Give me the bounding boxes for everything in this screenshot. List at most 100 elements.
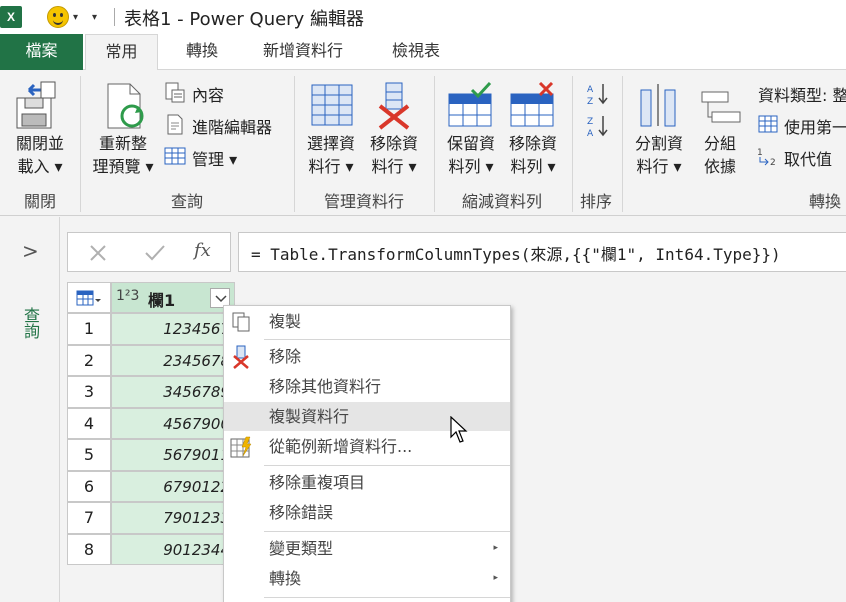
replace-values-icon: 1 2 [757, 148, 776, 168]
group-label-transform: 轉換 [808, 192, 841, 211]
menu-item-transform[interactable]: 轉換 ▸ [224, 564, 510, 593]
menu-item-label: 從範例新增資料行... [269, 437, 413, 456]
group-label-reduce-rows: 縮減資料列 [461, 192, 542, 211]
tab-home[interactable]: 常用 [85, 34, 158, 71]
close-load-icon [16, 81, 56, 129]
advanced-editor-label: 進階編輯器 [192, 118, 273, 137]
menu-item-remove-other-columns[interactable]: 移除其他資料行 [224, 372, 510, 401]
group-by-icon [701, 91, 741, 123]
group-by-label-1: 分組 [703, 134, 736, 153]
row-number[interactable]: 6 [67, 471, 111, 502]
sort-ascending-icon[interactable]: A Z [586, 82, 610, 106]
table-cell[interactable]: 1234567 [111, 313, 235, 345]
column-from-examples-icon [230, 436, 252, 458]
smiley-dropdown-arrow-icon[interactable]: ▾ [73, 12, 78, 23]
refresh-label-2: 理預覽 ▾ [92, 157, 154, 176]
menu-item-label: 移除 [269, 347, 302, 366]
table-cell[interactable]: 9012344 [111, 534, 235, 565]
row-number[interactable]: 5 [67, 439, 111, 471]
sort-descending-icon[interactable]: Z A [586, 114, 610, 138]
row-number[interactable]: 8 [67, 534, 111, 565]
refresh-icon [107, 83, 144, 129]
keep-rows-label-2: 料列 ▾ [448, 157, 494, 176]
split-column-icon [640, 84, 676, 127]
menu-item-remove-errors[interactable]: 移除錯誤 [224, 498, 510, 527]
menu-item-remove[interactable]: 移除 [224, 342, 510, 371]
remove-columns-icon [378, 82, 410, 130]
properties-icon [165, 82, 185, 103]
mouse-pointer-icon [450, 416, 468, 443]
row-number[interactable]: 2 [67, 345, 111, 376]
menu-item-label: 移除重複項目 [269, 473, 366, 492]
menu-item-label: 移除錯誤 [269, 503, 334, 522]
menu-separator [264, 531, 510, 532]
advanced-editor-icon [167, 114, 183, 135]
submenu-arrow-icon: ▸ [493, 573, 498, 583]
menu-item-label: 複製 [269, 312, 302, 331]
group-label-query: 查詢 [170, 192, 203, 211]
row-number[interactable]: 1 [67, 313, 111, 345]
group-label-sort: 排序 [579, 192, 612, 211]
formula-controls: fx [67, 232, 231, 272]
cancel-icon[interactable] [88, 243, 108, 263]
choose-columns-label-2: 料行 ▾ [308, 157, 354, 176]
svg-text:Z: Z [587, 117, 593, 127]
formula-input[interactable]: = Table.TransformColumnTypes(來源,{{"欄1", … [238, 232, 846, 272]
table-cell[interactable]: 2345678 [111, 345, 235, 376]
title-bar: X ▾ ▾ 表格1 - Power Query 編輯器 [0, 0, 846, 34]
tab-add-column[interactable]: 新增資料行 [248, 34, 358, 70]
menu-item-label: 轉換 [269, 569, 302, 588]
svg-text:A: A [587, 129, 594, 138]
keep-rows-label-1: 保留資 [446, 134, 495, 153]
close-load-label-2: 載入 ▾ [17, 157, 63, 176]
data-type-dropdown[interactable]: 資料類型: 整 [758, 82, 846, 106]
tab-file[interactable]: 檔案 [0, 34, 83, 70]
remove-rows-icon [510, 82, 554, 127]
tab-view[interactable]: 檢視表 [378, 34, 454, 70]
filter-dropdown-icon [215, 295, 227, 303]
remove-columns-label-2: 料行 ▾ [371, 157, 417, 176]
table-icon [758, 115, 778, 133]
smiley-feedback-icon[interactable] [47, 6, 69, 28]
column-header-col1[interactable]: 1²3 欄1 [111, 282, 235, 313]
table-cell[interactable]: 5679011 [111, 439, 235, 471]
expand-chevron-icon[interactable]: > [22, 239, 39, 263]
quick-access-customize-icon[interactable]: ▾ [92, 12, 97, 23]
copy-icon [232, 312, 250, 332]
choose-columns-icon [311, 84, 353, 126]
keep-rows-icon [448, 82, 492, 127]
table-cell[interactable]: 7901233 [111, 502, 235, 534]
menu-item-change-type[interactable]: 變更類型 ▸ [224, 534, 510, 563]
table-cell[interactable]: 3456789 [111, 376, 235, 408]
properties-label: 內容 [192, 86, 225, 105]
menu-item-copy[interactable]: 複製 [224, 307, 510, 336]
submenu-arrow-icon: ▸ [493, 543, 498, 553]
menu-separator [264, 465, 510, 466]
commit-check-icon[interactable] [144, 243, 166, 263]
table-menu-icon [76, 290, 101, 306]
row-number[interactable]: 7 [67, 502, 111, 534]
group-by-label-2: 依據 [703, 157, 736, 176]
table-cell[interactable]: 6790122 [111, 471, 235, 502]
remove-rows-label-1: 移除資 [508, 134, 557, 153]
ribbon: 關閉並 載入 ▾ 關閉 重新整 理預覽 ▾ 內容 進階編輯器 管理 ▾ 查詢 選… [0, 70, 846, 216]
queries-pane: > 查詢 [0, 217, 60, 602]
column-header-label: 欄1 [148, 291, 176, 310]
table-menu-button[interactable] [67, 282, 111, 313]
table-cell[interactable]: 4567900 [111, 408, 235, 439]
context-menu: 複製 移除 移除其他資料行 複製資料行 從範例新增資料行... 移除重複項目 移… [223, 305, 511, 602]
whole-number-type-icon[interactable]: 1²3 [116, 288, 139, 304]
row-number[interactable]: 4 [67, 408, 111, 439]
ribbon-tabs: 檔案 常用 轉換 新增資料行 檢視表 [0, 34, 846, 71]
split-column-label-1: 分割資 [634, 134, 683, 153]
row-number[interactable]: 3 [67, 376, 111, 408]
queries-pane-label[interactable]: 查詢 [18, 307, 42, 339]
svg-text:2: 2 [770, 158, 776, 168]
svg-text:1: 1 [757, 148, 763, 158]
svg-text:A: A [587, 85, 594, 95]
tab-transform[interactable]: 轉換 [172, 34, 232, 70]
menu-item-label: 複製資料行 [269, 407, 350, 426]
menu-item-remove-duplicates[interactable]: 移除重複項目 [224, 468, 510, 497]
use-first-row-label: 使用第一 [784, 118, 846, 137]
fx-icon[interactable]: fx [194, 240, 211, 261]
